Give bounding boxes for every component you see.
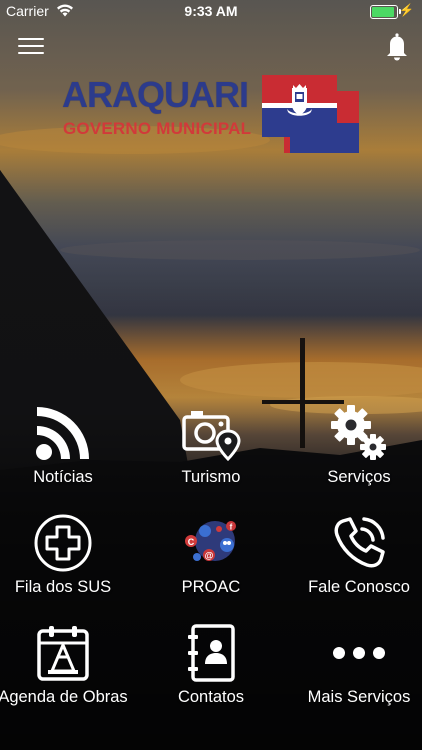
menu-item-label: Turismo <box>181 468 241 486</box>
menu-item-label: Mais Serviços <box>307 688 411 706</box>
social-network-icon: C f @ <box>141 511 281 575</box>
menu-item-servicos[interactable]: Serviços <box>289 395 422 505</box>
logo-subtitle: GOVERNO MUNICIPAL <box>63 119 252 138</box>
menu-item-mais-servicos[interactable]: Mais Serviços <box>289 615 422 725</box>
menu-item-label: Notícias <box>33 468 93 486</box>
hamburger-menu-icon[interactable] <box>18 38 44 56</box>
battery-icon <box>370 5 401 19</box>
svg-text:f: f <box>230 523 233 532</box>
rss-feed-icon <box>0 401 133 465</box>
menu-item-contatos[interactable]: Contatos <box>141 615 281 725</box>
menu-item-label: Serviços <box>327 468 391 486</box>
more-dots-icon <box>289 621 422 685</box>
medical-cross-icon <box>0 511 133 575</box>
menu-item-proac[interactable]: C f @ PROAC <box>141 505 281 615</box>
menu-item-label: Contatos <box>177 688 245 706</box>
address-book-icon <box>141 621 281 685</box>
gears-icon <box>289 401 422 465</box>
svg-text:C: C <box>188 537 195 547</box>
clock-label: 9:33 AM <box>184 3 238 19</box>
menu-item-label: Fale Conosco <box>308 578 410 596</box>
logo-title: ARAQUARI <box>62 74 249 115</box>
svg-text:@: @ <box>205 551 214 561</box>
city-flag-icon <box>262 75 359 153</box>
city-logo: ARAQUARI GOVERNO MUNICIPAL <box>62 75 362 155</box>
menu-item-label: PROAC <box>181 578 241 596</box>
calendar-cone-icon <box>0 621 133 685</box>
menu-item-noticias[interactable]: Notícias <box>0 395 133 505</box>
menu-item-fila-dos-sus[interactable]: Fila dos SUS <box>0 505 133 615</box>
menu-item-label: Fila dos SUS <box>14 578 112 596</box>
menu-item-agenda-de-obras[interactable]: Agenda de Obras <box>0 615 133 725</box>
main-menu-grid: Notícias Turismo Serviços Fila dos SUS C… <box>0 395 422 750</box>
phone-call-icon <box>289 511 422 575</box>
status-bar: Carrier 9:33 AM ⚡ <box>0 0 422 22</box>
charging-bolt-icon: ⚡ <box>399 3 414 17</box>
menu-item-label: Agenda de Obras <box>0 688 128 706</box>
menu-item-turismo[interactable]: Turismo <box>141 395 281 505</box>
camera-location-icon <box>141 401 281 465</box>
menu-item-fale-conosco[interactable]: Fale Conosco <box>289 505 422 615</box>
bell-icon[interactable] <box>384 32 410 62</box>
